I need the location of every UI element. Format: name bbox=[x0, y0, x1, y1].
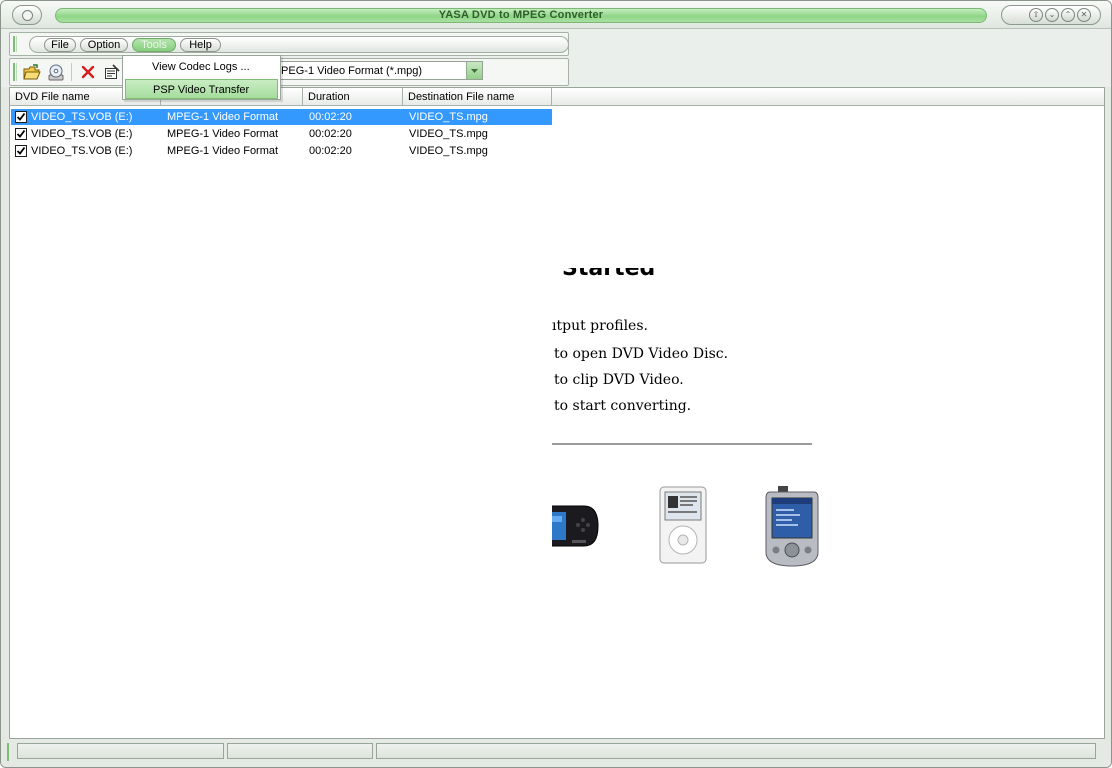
open-disc-button[interactable] bbox=[45, 62, 66, 83]
menu-help[interactable]: Help bbox=[180, 38, 221, 52]
row-file-name: VIDEO_TS.VOB (E:) bbox=[31, 111, 133, 123]
system-menu-button[interactable] bbox=[12, 5, 42, 25]
menu-item-psp-video-transfer[interactable]: PSP Video Transfer bbox=[125, 79, 278, 99]
row-duration: 00:02:20 bbox=[309, 145, 352, 157]
title-pill: YASA DVD to MPEG Converter bbox=[55, 8, 987, 23]
rollup-icon: ⇧ bbox=[1032, 10, 1040, 19]
table-row[interactable]: VIDEO_TS.VOB (E:) MPEG-1 Video Format 00… bbox=[11, 143, 552, 159]
menu-file[interactable]: File bbox=[44, 38, 76, 52]
maximize-button[interactable]: ⌃ bbox=[1061, 8, 1075, 22]
close-icon: ✕ bbox=[1080, 10, 1088, 19]
open-file-button[interactable] bbox=[21, 62, 42, 83]
toolbar-separator bbox=[71, 63, 72, 81]
row-destination: VIDEO_TS.mpg bbox=[409, 128, 488, 140]
close-button[interactable]: ✕ bbox=[1077, 8, 1091, 22]
row-checkbox[interactable] bbox=[15, 111, 27, 123]
status-grip-icon bbox=[7, 743, 11, 761]
getting-started-title: Started bbox=[562, 268, 656, 281]
window-controls: ⇧ ⌄ ⌃ ✕ bbox=[1001, 5, 1101, 25]
menu-item-view-codec-logs[interactable]: View Codec Logs ... bbox=[125, 57, 278, 77]
getting-started-line: ıtput profiles. bbox=[552, 318, 648, 334]
output-profile-value: IPEG-1 Video Format (*.mpg) bbox=[278, 65, 423, 77]
row-profile: MPEG-1 Video Format bbox=[167, 145, 279, 157]
file-list: DVD File name Duration Destination File … bbox=[9, 87, 1105, 739]
psp-device-icon bbox=[552, 505, 599, 547]
chevron-down-icon[interactable] bbox=[466, 62, 482, 79]
tools-dropdown-menu: View Codec Logs ... PSP Video Transfer bbox=[122, 55, 281, 100]
getting-started-line: to open DVD Video Disc. bbox=[554, 346, 729, 362]
toolbar-grip-icon[interactable] bbox=[13, 63, 17, 81]
table-row[interactable]: VIDEO_TS.VOB (E:) MPEG-1 Video Format 00… bbox=[11, 126, 552, 142]
getting-started-panel: Started ıtput profiles. to open DVD Vide… bbox=[552, 268, 882, 668]
window-title: YASA DVD to MPEG Converter bbox=[438, 9, 604, 21]
divider-line bbox=[552, 443, 812, 445]
app-window: YASA DVD to MPEG Converter ⇧ ⌄ ⌃ ✕ File … bbox=[0, 0, 1112, 768]
row-profile: MPEG-1 Video Format bbox=[167, 111, 279, 123]
delete-button[interactable] bbox=[78, 62, 99, 83]
menu-tools[interactable]: Tools bbox=[132, 38, 176, 52]
minimize-button[interactable]: ⌄ bbox=[1045, 8, 1059, 22]
getting-started-line: to clip DVD Video. bbox=[554, 372, 684, 388]
title-bar: YASA DVD to MPEG Converter ⇧ ⌄ ⌃ ✕ bbox=[1, 1, 1111, 29]
checkmark-icon bbox=[16, 112, 26, 121]
menu-track: File Option Tools Help bbox=[29, 36, 569, 53]
rollup-button[interactable]: ⇧ bbox=[1029, 8, 1043, 22]
delete-icon bbox=[81, 65, 95, 79]
menu-grip-icon[interactable] bbox=[13, 36, 17, 52]
maximize-icon: ⌃ bbox=[1064, 10, 1072, 19]
table-row[interactable]: VIDEO_TS.VOB (E:) MPEG-1 Video Format 00… bbox=[11, 109, 552, 125]
menu-bar: File Option Tools Help bbox=[9, 32, 569, 56]
open-disc-icon bbox=[48, 64, 64, 81]
row-profile: MPEG-1 Video Format bbox=[167, 128, 279, 140]
output-profile-select[interactable]: IPEG-1 Video Format (*.mpg) bbox=[263, 61, 483, 80]
pocket-pc-device-icon bbox=[765, 486, 819, 567]
row-checkbox[interactable] bbox=[15, 128, 27, 140]
row-file-name: VIDEO_TS.VOB (E:) bbox=[31, 145, 133, 157]
row-duration: 00:02:20 bbox=[309, 111, 352, 123]
minimize-icon: ⌄ bbox=[1048, 10, 1056, 19]
status-bar bbox=[1, 739, 1111, 767]
status-cell-2 bbox=[227, 743, 373, 759]
checkmark-icon bbox=[16, 146, 26, 155]
column-header-destination[interactable]: Destination File name bbox=[403, 88, 552, 106]
properties-button[interactable] bbox=[102, 62, 123, 83]
status-cell-1 bbox=[17, 743, 224, 759]
column-header-duration[interactable]: Duration bbox=[303, 88, 403, 106]
row-destination: VIDEO_TS.mpg bbox=[409, 111, 488, 123]
row-file-name: VIDEO_TS.VOB (E:) bbox=[31, 128, 133, 140]
properties-icon bbox=[105, 64, 120, 79]
row-duration: 00:02:20 bbox=[309, 128, 352, 140]
system-menu-icon bbox=[22, 10, 33, 21]
row-destination: VIDEO_TS.mpg bbox=[409, 145, 488, 157]
ipod-device-icon bbox=[659, 486, 707, 564]
status-cell-3 bbox=[376, 743, 1096, 759]
menu-option[interactable]: Option bbox=[80, 38, 128, 52]
row-checkbox[interactable] bbox=[15, 145, 27, 157]
checkmark-icon bbox=[16, 129, 26, 138]
open-folder-icon bbox=[23, 64, 41, 80]
getting-started-line: to start converting. bbox=[554, 398, 692, 414]
column-header-filler bbox=[552, 88, 1104, 106]
